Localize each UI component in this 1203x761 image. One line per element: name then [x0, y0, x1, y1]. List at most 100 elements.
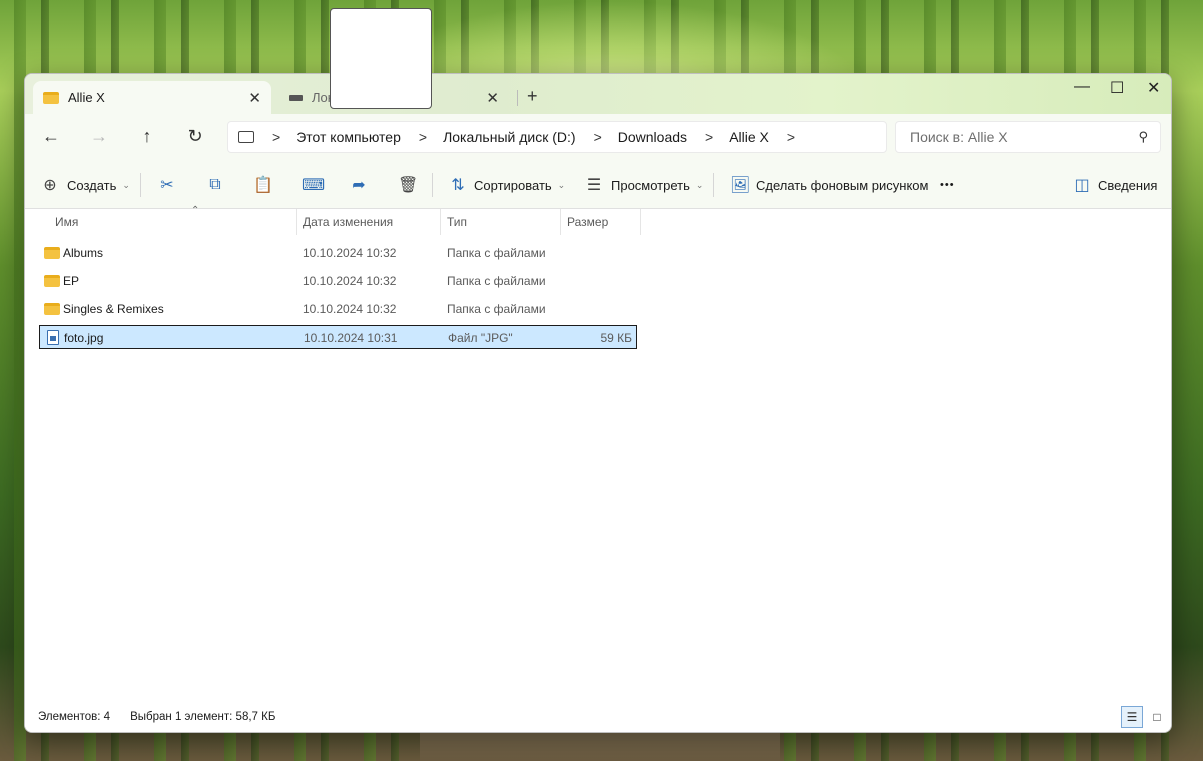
toolbar-divider: [140, 173, 141, 197]
column-header-type[interactable]: Тип: [441, 209, 561, 235]
command-bar: ⊕ Создать ⌄ ✂ ⧉ 📋 ⌨ ➦ 🗑 ⇅ Сортировать ⌄: [25, 162, 1171, 209]
tab-allie-x[interactable]: Allie X ✕: [33, 81, 271, 114]
file-type: Папка с файлами: [447, 246, 546, 260]
file-explorer-window: Allie X ✕ Лока ✕ + — ☐ ✕ ← → ↑ ↻ > Этот …: [24, 73, 1172, 733]
toolbar-divider: [713, 173, 714, 197]
sort-ascending-icon: ⌃: [191, 205, 200, 216]
back-button[interactable]: ←: [39, 126, 63, 147]
image-file-icon: [47, 330, 59, 345]
breadcrumb-local-disk[interactable]: Локальный диск (D:): [443, 129, 576, 145]
folder-icon: [43, 91, 59, 104]
up-button[interactable]: ↑: [135, 126, 159, 147]
file-type: Файл "JPG": [448, 331, 513, 345]
column-type-label: Тип: [447, 215, 468, 229]
plus-circle-icon: ⊕: [43, 177, 57, 194]
address-bar[interactable]: > Этот компьютер > Локальный диск (D:) >…: [227, 121, 887, 153]
scissors-icon: ✂: [160, 177, 174, 194]
tiles-view-toggle[interactable]: □: [1146, 706, 1168, 728]
column-date-label: Дата изменения: [303, 215, 394, 229]
column-header-date[interactable]: Дата изменения: [297, 209, 441, 235]
file-size: 59 КБ: [600, 331, 632, 345]
tab-label: Allie X: [68, 90, 105, 105]
file-date: 10.10.2024 10:32: [303, 246, 397, 260]
set-wallpaper-button[interactable]: 🖼 Сделать фоновым рисунком: [730, 175, 928, 195]
breadcrumb-chevron[interactable]: >: [419, 129, 427, 145]
rename-button[interactable]: ⌨: [302, 175, 325, 195]
minimize-button[interactable]: —: [1074, 78, 1090, 96]
details-view-toggle[interactable]: ☰: [1121, 706, 1143, 728]
list-view-icon: ☰: [586, 177, 602, 194]
tab-close-icon[interactable]: ✕: [248, 89, 261, 107]
file-date: 10.10.2024 10:32: [303, 274, 397, 288]
folder-icon: [44, 303, 60, 315]
details-pane-icon: ◫: [1074, 177, 1090, 194]
column-header-name[interactable]: ⌃ Имя: [49, 205, 297, 235]
list-item-selected[interactable]: foto.jpg 10.10.2024 10:31 Файл "JPG" 59 …: [39, 325, 637, 349]
image-icon: 🖼: [730, 177, 751, 194]
view-label: Просмотреть: [611, 177, 690, 193]
file-type: Папка с файлами: [447, 274, 546, 288]
share-icon: ➦: [352, 177, 366, 194]
maximize-button[interactable]: ☐: [1110, 78, 1124, 98]
column-size-label: Размер: [567, 215, 609, 229]
list-item[interactable]: EP 10.10.2024 10:32 Папка с файлами: [39, 269, 637, 293]
folder-icon: [44, 275, 60, 287]
breadcrumb-downloads[interactable]: Downloads: [618, 129, 687, 145]
computer-icon: [238, 131, 254, 143]
paste-button[interactable]: 📋: [253, 175, 273, 195]
file-name: Albums: [63, 246, 104, 260]
navigation-bar: ← → ↑ ↻ > Этот компьютер > Локальный дис…: [25, 114, 1171, 162]
clipboard-icon: 📋: [253, 177, 273, 194]
file-name: Singles & Remixes: [63, 302, 164, 316]
breadcrumb-allie-x[interactable]: Allie X: [729, 129, 769, 145]
breadcrumb-this-pc[interactable]: Этот компьютер: [296, 129, 401, 145]
folder-icon: [44, 247, 60, 259]
breadcrumb-chevron[interactable]: >: [705, 129, 713, 145]
forward-button[interactable]: →: [87, 126, 111, 147]
more-options-button[interactable]: •••: [940, 179, 955, 191]
item-count: Элементов: 4: [38, 711, 111, 723]
view-button[interactable]: ☰ Просмотреть ⌄: [585, 175, 704, 195]
status-bar: Элементов: 4 Выбран 1 элемент: 58,7 КБ ☰…: [25, 702, 1171, 732]
list-item[interactable]: Albums 10.10.2024 10:32 Папка с файлами: [39, 241, 637, 265]
file-list: ⌃ Имя Дата изменения Тип Размер Albums 1…: [25, 205, 1171, 704]
drive-icon: [289, 94, 303, 101]
file-name: EP: [63, 274, 80, 288]
share-button[interactable]: ➦: [350, 175, 368, 195]
sort-button[interactable]: ⇅ Сортировать ⌄: [449, 175, 565, 195]
details-button[interactable]: ◫ Сведения: [1073, 175, 1157, 195]
tab-close-icon[interactable]: ✕: [486, 89, 499, 107]
refresh-button[interactable]: ↻: [183, 126, 207, 147]
column-header-size[interactable]: Размер: [561, 209, 641, 235]
breadcrumb-chevron[interactable]: >: [594, 129, 602, 145]
file-name: foto.jpg: [64, 331, 104, 345]
search-icon: ⚲: [1138, 129, 1148, 144]
trash-icon: 🗑: [398, 177, 419, 194]
new-tab-button[interactable]: +: [527, 86, 538, 107]
tab-divider: [517, 90, 518, 106]
file-type: Папка с файлами: [447, 302, 546, 316]
create-label: Создать: [67, 177, 117, 193]
toolbar-divider: [432, 173, 433, 197]
chevron-down-icon: ⌄: [695, 179, 704, 190]
title-bar: Allie X ✕ Лока ✕ + — ☐ ✕: [25, 74, 1171, 114]
search-box[interactable]: Поиск в: Allie X ⚲: [895, 121, 1161, 153]
set-wallpaper-label: Сделать фоновым рисунком: [756, 177, 929, 193]
details-label: Сведения: [1098, 177, 1158, 193]
tab-preview-popup: [330, 8, 432, 109]
list-item[interactable]: Singles & Remixes 10.10.2024 10:32 Папка…: [39, 297, 637, 321]
breadcrumb-chevron[interactable]: >: [787, 129, 795, 145]
sort-arrows-icon: ⇅: [451, 177, 465, 194]
chevron-down-icon: ⌄: [557, 179, 566, 190]
chevron-down-icon: ⌄: [122, 179, 130, 190]
search-placeholder: Поиск в: Allie X: [910, 129, 1008, 145]
cut-button[interactable]: ✂: [158, 175, 176, 195]
breadcrumb-chevron[interactable]: >: [272, 129, 280, 145]
copy-button[interactable]: ⧉: [206, 176, 224, 194]
close-window-button[interactable]: ✕: [1147, 78, 1160, 98]
create-button[interactable]: ⊕ Создать ⌄: [41, 175, 130, 195]
copy-icon: ⧉: [209, 176, 221, 193]
file-date: 10.10.2024 10:32: [303, 302, 397, 316]
column-name-label: Имя: [55, 215, 79, 229]
delete-button[interactable]: 🗑: [398, 175, 419, 195]
